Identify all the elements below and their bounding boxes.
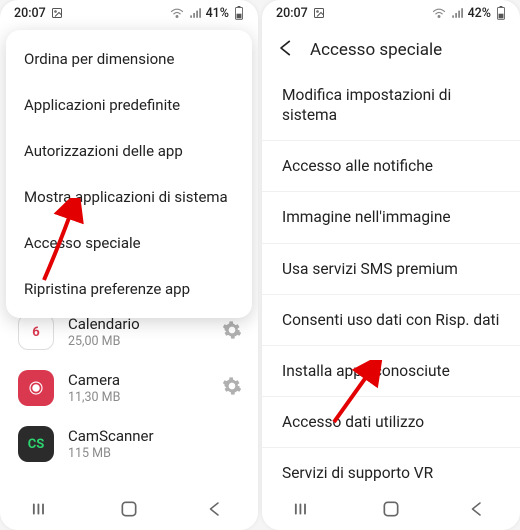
menu-show-system-apps[interactable]: Mostra applicazioni di sistema bbox=[6, 174, 252, 220]
app-size: 11,30 MB bbox=[68, 390, 208, 405]
options-menu: Ordina per dimensione Applicazioni prede… bbox=[6, 30, 252, 318]
screen-left: 20:07 41% Ordina per d bbox=[0, 0, 258, 530]
nav-recents[interactable] bbox=[8, 488, 78, 530]
wifi-icon bbox=[432, 7, 446, 19]
app-row-camera[interactable]: Camera 11,30 MB bbox=[0, 360, 258, 416]
status-battery: 42% bbox=[468, 6, 491, 21]
menu-reset-preferences[interactable]: Ripristina preferenze app bbox=[6, 266, 252, 312]
app-size: 115 MB bbox=[68, 446, 242, 461]
nav-recents[interactable] bbox=[270, 488, 340, 530]
menu-default-apps[interactable]: Applicazioni predefinite bbox=[6, 82, 252, 128]
item-usage-data-access[interactable]: Accesso dati utilizzo bbox=[262, 397, 520, 448]
app-size: 25,00 MB bbox=[68, 334, 208, 349]
nav-back[interactable] bbox=[180, 488, 250, 530]
item-data-saver-allow[interactable]: Consenti uso dati con Risp. dati bbox=[262, 295, 520, 346]
signal-icon bbox=[451, 7, 463, 19]
status-time: 20:07 bbox=[276, 6, 308, 21]
menu-special-access[interactable]: Accesso speciale bbox=[6, 220, 252, 266]
page-title: Accesso speciale bbox=[310, 40, 442, 60]
status-bar: 20:07 42% bbox=[262, 0, 520, 26]
nav-home[interactable] bbox=[356, 488, 426, 530]
item-picture-in-picture[interactable]: Immagine nell'immagine bbox=[262, 192, 520, 243]
app-icon-camera bbox=[18, 370, 54, 406]
battery-icon bbox=[234, 6, 244, 20]
item-install-unknown-apps[interactable]: Installa app sconosciute bbox=[262, 346, 520, 397]
screen-right: 20:07 42% Acces bbox=[262, 0, 520, 530]
wifi-icon bbox=[170, 7, 184, 19]
gear-icon[interactable] bbox=[222, 376, 242, 400]
item-premium-sms[interactable]: Usa servizi SMS premium bbox=[262, 244, 520, 295]
content-right: Modifica impostazioni di sistema Accesso… bbox=[262, 70, 520, 530]
image-icon bbox=[313, 7, 325, 19]
content-left: Ordina per dimensione Applicazioni prede… bbox=[0, 26, 258, 530]
menu-sort-by-size[interactable]: Ordina per dimensione bbox=[6, 36, 252, 82]
nav-back[interactable] bbox=[442, 488, 512, 530]
nav-home[interactable] bbox=[94, 488, 164, 530]
nav-bar bbox=[0, 488, 258, 530]
menu-app-permissions[interactable]: Autorizzazioni delle app bbox=[6, 128, 252, 174]
app-name: CamScanner bbox=[68, 427, 242, 445]
header: Accesso speciale bbox=[262, 26, 520, 70]
app-icon-camscanner: CS bbox=[18, 426, 54, 462]
image-icon bbox=[51, 7, 63, 19]
signal-icon bbox=[189, 7, 201, 19]
app-icon-calendar: 6 bbox=[18, 314, 54, 350]
app-name: Camera bbox=[68, 371, 208, 389]
app-row-camscanner[interactable]: CS CamScanner 115 MB bbox=[0, 416, 258, 472]
nav-bar bbox=[262, 488, 520, 530]
item-notification-access[interactable]: Accesso alle notifiche bbox=[262, 141, 520, 192]
status-battery: 41% bbox=[206, 6, 229, 21]
item-modify-system-settings[interactable]: Modifica impostazioni di sistema bbox=[262, 70, 520, 141]
status-bar: 20:07 41% bbox=[0, 0, 258, 26]
status-time: 20:07 bbox=[14, 6, 46, 21]
gear-icon[interactable] bbox=[222, 320, 242, 344]
back-button[interactable] bbox=[276, 38, 296, 62]
battery-icon bbox=[496, 6, 506, 20]
